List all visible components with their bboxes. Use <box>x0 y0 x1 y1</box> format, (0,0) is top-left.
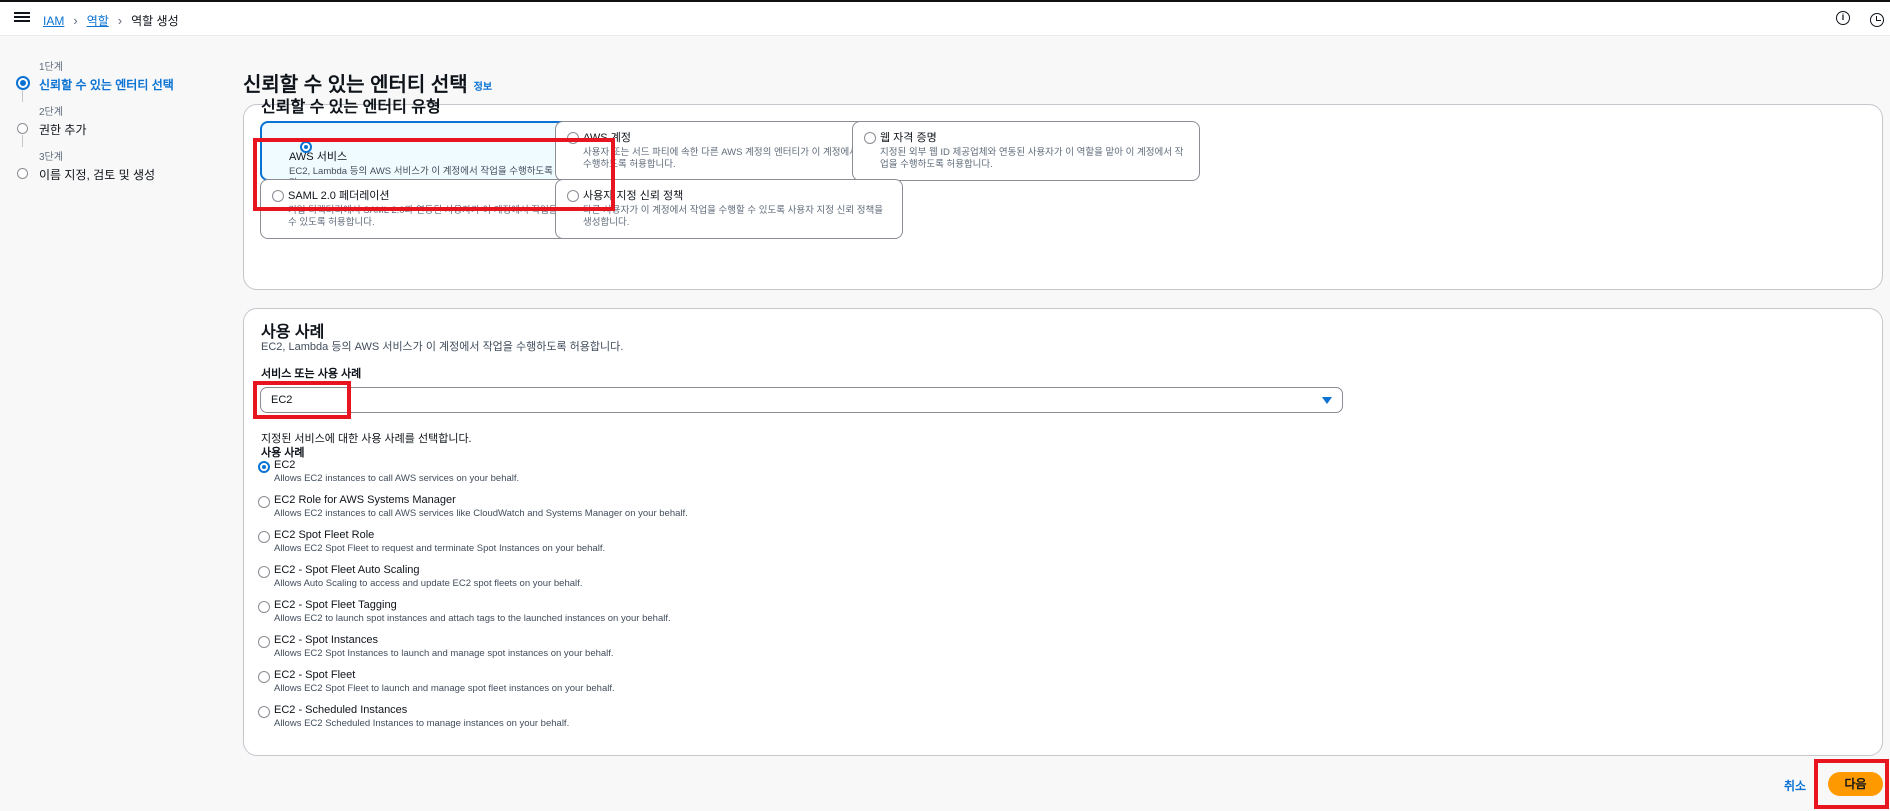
next-button[interactable]: 다음 <box>1828 772 1883 796</box>
tile-aws-account[interactable]: AWS 계정 사용자 또는 서드 파티에 속한 다른 AWS 계정의 엔터티가 … <box>555 121 903 181</box>
breadcrumb: IAM › 역할 › 역할 생성 <box>43 12 179 29</box>
step-title: 권한 추가 <box>39 123 87 137</box>
tile-description: 기업 디렉터리에서 SAML 2.0과 연동된 사용자가 이 계정에서 작업을 … <box>288 205 587 228</box>
breadcrumb-iam[interactable]: IAM <box>43 14 64 28</box>
use-case-description: Allows Auto Scaling to access and update… <box>274 578 583 589</box>
use-case-option-spot-fleet-role[interactable]: EC2 Spot Fleet Role Allows EC2 Spot Flee… <box>258 529 605 554</box>
service-select[interactable]: EC2 <box>260 387 1343 413</box>
clock-icon[interactable] <box>1870 13 1884 27</box>
tile-custom-trust-policy[interactable]: 사용자 지정 신뢰 정책 다른 사용자가 이 계정에서 작업을 수행할 수 있도… <box>555 179 903 239</box>
use-case-label: EC2 Spot Fleet Role <box>274 529 375 541</box>
use-case-label: EC2 <box>274 459 296 471</box>
radio-icon <box>258 601 270 613</box>
use-case-label: EC2 - Scheduled Instances <box>274 704 408 716</box>
use-case-description: Allows EC2 Spot Instances to launch and … <box>274 648 614 659</box>
use-case-description: Allows EC2 Spot Fleet to launch and mana… <box>274 683 615 694</box>
entity-type-title: 신뢰할 수 있는 엔터티 유형 <box>261 99 441 116</box>
tile-description: 지정된 외부 웹 ID 제공업체와 연동된 사용자가 이 역할을 맡아 이 계정… <box>880 147 1184 170</box>
use-case-description: Allows EC2 instances to call AWS service… <box>274 473 520 484</box>
use-case-label: EC2 Role for AWS Systems Manager <box>274 494 456 506</box>
tile-label: 웹 자격 증명 <box>880 132 937 144</box>
step-number: 1단계 <box>39 62 63 73</box>
use-case-option-spot-fleet-autoscaling[interactable]: EC2 - Spot Fleet Auto Scaling Allows Aut… <box>258 564 582 589</box>
radio-icon <box>258 671 270 683</box>
top-bar: IAM › 역할 › 역할 생성 i <box>0 0 1890 36</box>
tile-description: 다른 사용자가 이 계정에서 작업을 수행할 수 있도록 사용자 지정 신뢰 정… <box>583 205 883 228</box>
radio-icon <box>258 566 270 578</box>
use-case-label: EC2 - Spot Instances <box>274 634 378 646</box>
radio-icon <box>567 190 579 202</box>
step-connector <box>22 135 23 147</box>
service-select-value: EC2 <box>271 394 293 406</box>
step-2: 2단계 권한 추가 <box>14 103 234 148</box>
use-case-description: Allows EC2 instances to call AWS service… <box>274 508 688 519</box>
use-case-label: EC2 - Spot Fleet <box>274 669 356 681</box>
tile-web-identity[interactable]: 웹 자격 증명 지정된 외부 웹 ID 제공업체와 연동된 사용자가 이 역할을… <box>852 121 1200 181</box>
step-pending-icon <box>17 123 28 134</box>
wizard-steps: 1단계 신뢰할 수 있는 엔터티 선택 2단계 권한 추가 3단계 이름 지정,… <box>14 58 234 193</box>
entity-type-card: 신뢰할 수 있는 엔터티 유형 AWS 서비스 EC2, Lambda 등의 A… <box>243 99 1883 290</box>
step-current-icon <box>16 76 30 90</box>
use-case-option-ec2-ssm[interactable]: EC2 Role for AWS Systems Manager Allows … <box>258 494 688 519</box>
use-case-list-label: 사용 사례 <box>261 447 305 459</box>
step-1[interactable]: 1단계 신뢰할 수 있는 엔터티 선택 <box>14 58 234 103</box>
tile-label: AWS 서비스 <box>289 151 348 163</box>
use-case-option-spot-fleet[interactable]: EC2 - Spot Fleet Allows EC2 Spot Fleet t… <box>258 669 615 694</box>
info-icon[interactable]: i <box>1836 11 1850 25</box>
step-title: 신뢰할 수 있는 엔터티 선택 <box>39 78 174 92</box>
use-case-description: Allows EC2 to launch spot instances and … <box>274 613 671 624</box>
radio-icon <box>258 636 270 648</box>
tile-label: SAML 2.0 페더레이션 <box>288 190 390 202</box>
breadcrumb-current: 역할 생성 <box>131 14 179 28</box>
step-3: 3단계 이름 지정, 검토 및 생성 <box>14 148 234 193</box>
chevron-right-icon: › <box>73 13 78 28</box>
radio-icon <box>864 132 876 144</box>
radio-icon <box>258 461 270 473</box>
use-case-option-spot-instances[interactable]: EC2 - Spot Instances Allows EC2 Spot Ins… <box>258 634 614 659</box>
menu-icon[interactable] <box>14 10 30 26</box>
breadcrumb-roles[interactable]: 역할 <box>87 12 109 29</box>
caret-down-icon <box>1322 397 1332 404</box>
use-case-description: Allows EC2 Spot Fleet to request and ter… <box>274 543 606 554</box>
use-case-option-spot-fleet-tagging[interactable]: EC2 - Spot Fleet Tagging Allows EC2 to l… <box>258 599 671 624</box>
use-case-option-scheduled-instances[interactable]: EC2 - Scheduled Instances Allows EC2 Sch… <box>258 704 569 729</box>
cancel-button[interactable]: 취소 <box>1784 777 1806 794</box>
tile-label: AWS 계정 <box>583 132 631 144</box>
radio-icon <box>258 706 270 718</box>
info-link[interactable]: 정보 <box>474 82 492 93</box>
use-case-subtitle: EC2, Lambda 등의 AWS 서비스가 이 계정에서 작업을 수행하도록… <box>261 341 624 353</box>
step-pending-icon <box>17 168 28 179</box>
tile-description: 사용자 또는 서드 파티에 속한 다른 AWS 계정의 엔터티가 이 계정에서 … <box>583 147 887 170</box>
use-case-label: EC2 - Spot Fleet Auto Scaling <box>274 564 420 576</box>
step-number: 2단계 <box>39 107 63 118</box>
radio-icon <box>567 132 579 144</box>
radio-icon <box>272 190 284 202</box>
radio-icon <box>258 496 270 508</box>
step-number: 3단계 <box>39 152 63 163</box>
service-field-label: 서비스 또는 사용 사례 <box>261 368 362 380</box>
radio-icon <box>258 531 270 543</box>
step-title: 이름 지정, 검토 및 생성 <box>39 168 156 182</box>
step-connector <box>22 90 23 102</box>
tile-label: 사용자 지정 신뢰 정책 <box>583 190 684 202</box>
use-case-card: 사용 사례 EC2, Lambda 등의 AWS 서비스가 이 계정에서 작업을… <box>243 308 1883 756</box>
chevron-right-icon: › <box>117 13 123 28</box>
use-case-label: EC2 - Spot Fleet Tagging <box>274 599 397 611</box>
radio-icon <box>300 141 312 153</box>
use-case-option-ec2[interactable]: EC2 Allows EC2 instances to call AWS ser… <box>258 459 519 484</box>
use-case-description: Allows EC2 Scheduled Instances to manage… <box>274 718 570 729</box>
